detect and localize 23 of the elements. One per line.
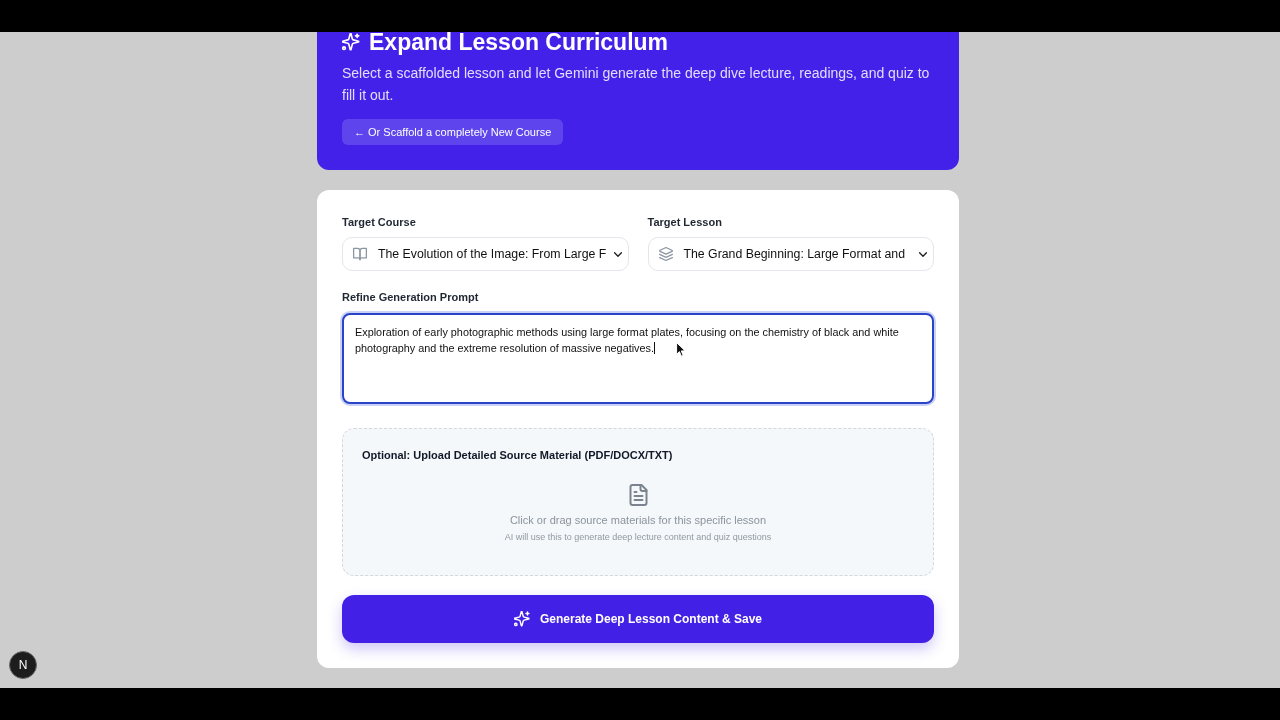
chevron-down-icon [613,251,622,257]
field-label: Target Course [342,215,417,229]
course-select[interactable]: The Evolution of the Image: From Large F [342,237,629,271]
upload-dropzone[interactable]: Optional: Upload Detailed Source Material (PDF/DOCX/TXT) Click or drag source materials for this specific lesson AI will use this to generate deep lecture content and quiz questions [342,428,934,576]
page-description: Select a scaffolded lesson and let Gemini generate the deep dive lecture, readings, and quiz to fill it out. [342,64,931,105]
lesson-select[interactable]: The Grand Beginning: Large Format and [647,237,934,271]
dev-tools-badge[interactable]: N [9,651,37,679]
chevron-down-icon [919,251,927,257]
upload-title: Optional: Upload Detailed Source Material (PDF/DOCX/TXT) [362,448,673,462]
upload-hint: Click or drag source materials for this specific lesson [509,513,767,527]
generate-button[interactable]: Generate Deep Lesson Content & Save [342,595,934,643]
field-label: Target Lesson [647,215,723,229]
layers-icon [658,247,673,261]
sparkles-icon [342,33,360,51]
book-icon [353,247,367,261]
mouse-pointer-icon [676,342,686,357]
document-icon [628,484,648,506]
sparkles-icon [513,611,530,627]
new-course-button[interactable]: ← Or Scaffold a completely New Course [342,119,564,145]
upload-subhint: AI will use this to generate deep lecture content and quiz questions [504,531,772,543]
field-label: Refine Generation Prompt [342,290,480,304]
prompt-field[interactable]: Exploration of early photographic methods using large format plates, focusing on the chemistry of black and white photography and the extreme resolution of massive negatives. [342,313,934,404]
page-title: Expand Lesson Curriculum [369,32,669,56]
